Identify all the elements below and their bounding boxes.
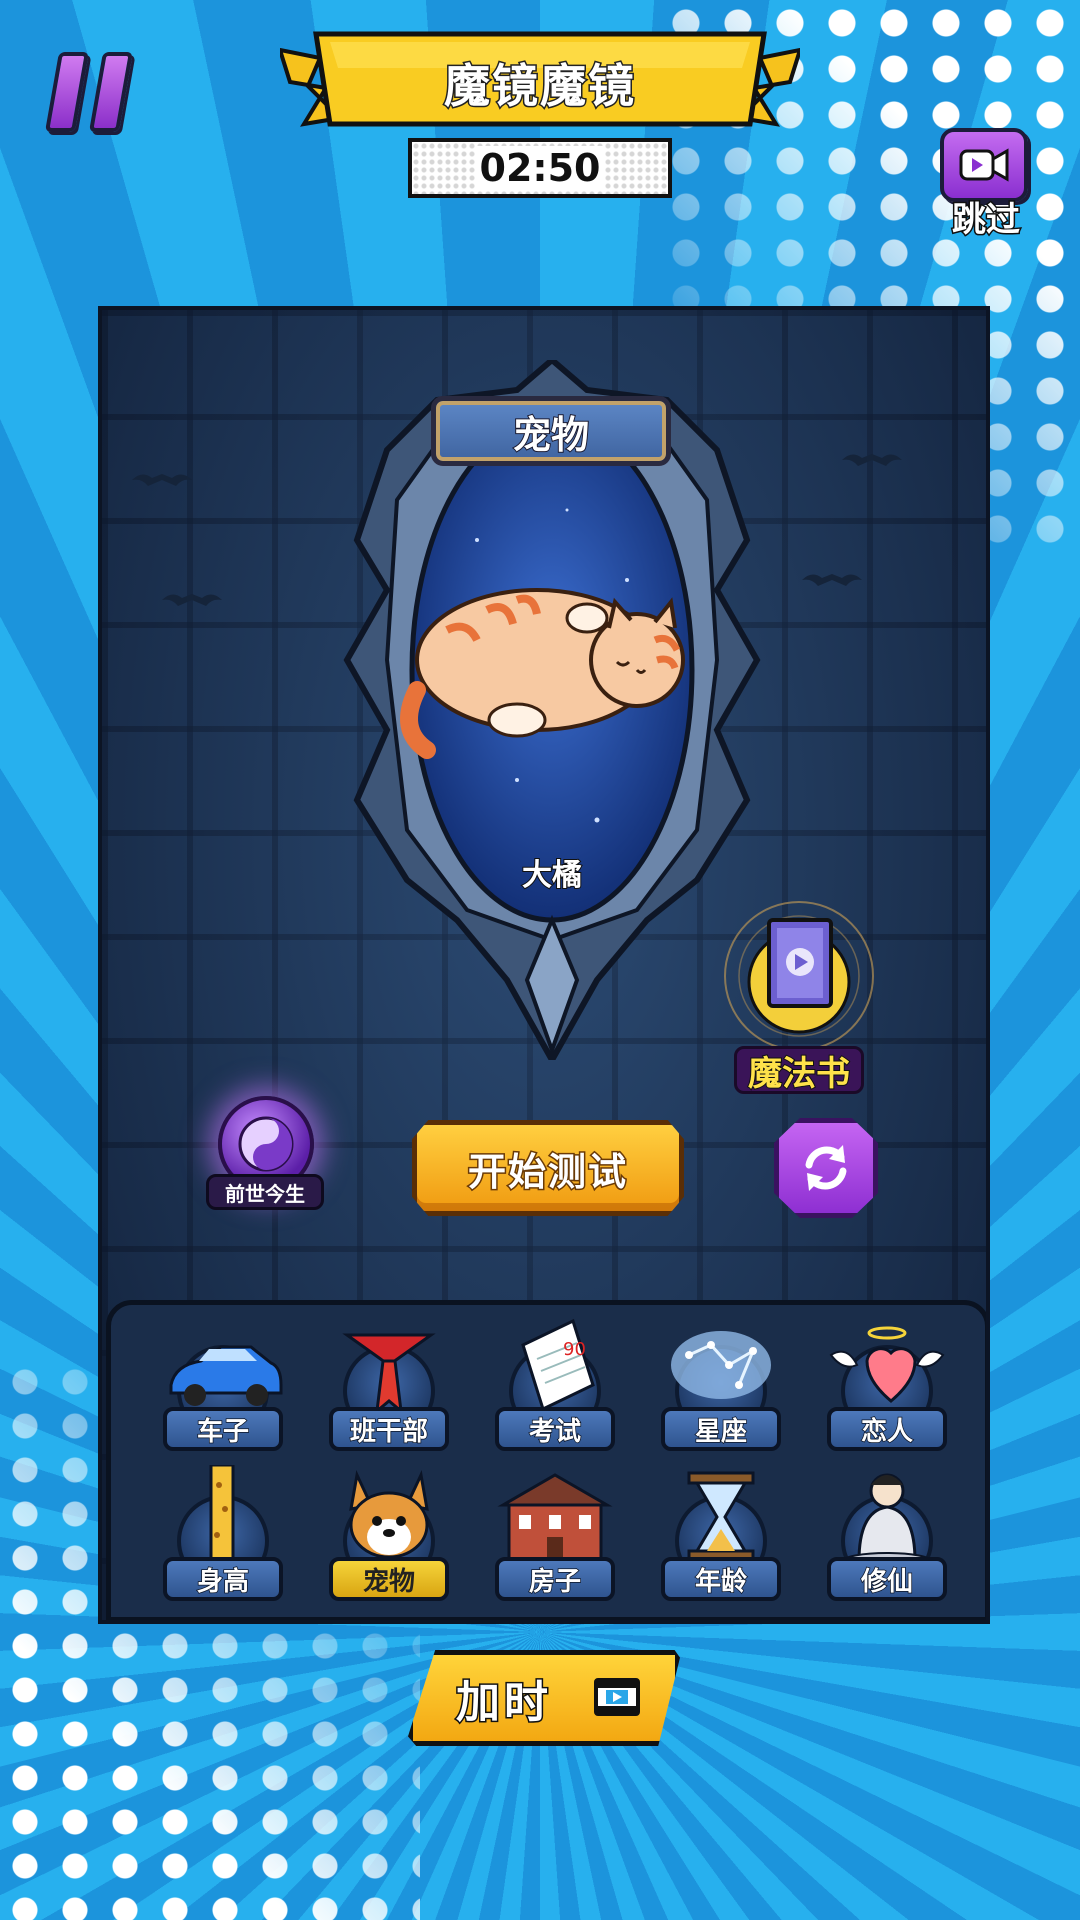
magic-book-label: 魔法书 bbox=[734, 1046, 864, 1095]
category-height[interactable]: 身高 bbox=[153, 1465, 293, 1605]
start-test-label: 开始测试 bbox=[466, 1148, 628, 1195]
category-label: 车子 bbox=[163, 1407, 283, 1451]
svg-text:90: 90 bbox=[563, 1339, 586, 1360]
bat-decoration bbox=[802, 574, 862, 586]
pause-bar bbox=[44, 52, 90, 132]
category-label: 宠物 bbox=[329, 1557, 449, 1601]
skip-button[interactable]: 跳过 bbox=[940, 128, 1036, 242]
magic-book-icon bbox=[724, 901, 874, 1051]
category-label: 房子 bbox=[495, 1557, 615, 1601]
pause-bar bbox=[88, 52, 134, 132]
bat-decoration bbox=[162, 594, 222, 606]
category-label: 恋人 bbox=[827, 1407, 947, 1451]
category-cultivation[interactable]: 修仙 bbox=[817, 1465, 957, 1605]
magic-book-button[interactable]: 魔法书 bbox=[714, 896, 884, 1095]
category-house[interactable]: 房子 bbox=[485, 1465, 625, 1605]
category-pet[interactable]: 宠物 bbox=[319, 1465, 459, 1605]
mirror-category-label: 宠物 bbox=[431, 396, 671, 466]
pause-button[interactable] bbox=[44, 52, 136, 132]
countdown-text: 02:50 bbox=[475, 146, 605, 190]
video-ad-icon bbox=[594, 1678, 640, 1716]
category-class-leader[interactable]: 班干部 bbox=[319, 1315, 459, 1455]
pet-name: 大橘 bbox=[521, 857, 583, 894]
video-icon bbox=[940, 128, 1028, 202]
category-constellation[interactable]: 星座 bbox=[651, 1315, 791, 1455]
refresh-button[interactable] bbox=[774, 1118, 878, 1218]
mirror-panel: 宠物 大橘 魔法书 前世今生 开始测试 车子 班干部 90 考试 星座 恋人 身… bbox=[98, 306, 990, 1624]
category-label: 考试 bbox=[495, 1407, 615, 1451]
category-exam[interactable]: 90 考试 bbox=[485, 1315, 625, 1455]
add-time-label: 加时 bbox=[455, 1676, 552, 1730]
refresh-icon bbox=[805, 1145, 847, 1191]
category-label: 星座 bbox=[661, 1407, 781, 1451]
category-grid: 车子 班干部 90 考试 星座 恋人 身高 宠物 房子 年龄 修仙 bbox=[106, 1300, 986, 1620]
category-lover[interactable]: 恋人 bbox=[817, 1315, 957, 1455]
title-banner: 魔镜魔镜 bbox=[280, 28, 800, 128]
game-title: 魔镜魔镜 bbox=[443, 58, 636, 115]
category-label: 班干部 bbox=[329, 1407, 449, 1451]
category-age[interactable]: 年龄 bbox=[651, 1465, 791, 1605]
past-life-button[interactable]: 前世今生 bbox=[200, 1088, 330, 1228]
bat-decoration bbox=[132, 474, 192, 486]
category-label: 年龄 bbox=[661, 1557, 781, 1601]
category-label: 修仙 bbox=[827, 1557, 947, 1601]
add-time-button[interactable]: 加时 bbox=[408, 1650, 680, 1746]
start-test-button[interactable]: 开始测试 bbox=[412, 1120, 684, 1216]
category-label: 身高 bbox=[163, 1557, 283, 1601]
category-car[interactable]: 车子 bbox=[153, 1315, 293, 1455]
past-life-label: 前世今生 bbox=[206, 1174, 324, 1210]
bat-decoration bbox=[842, 454, 902, 466]
countdown-timer: 02:50 bbox=[408, 138, 672, 198]
skip-label: 跳过 bbox=[951, 199, 1022, 242]
